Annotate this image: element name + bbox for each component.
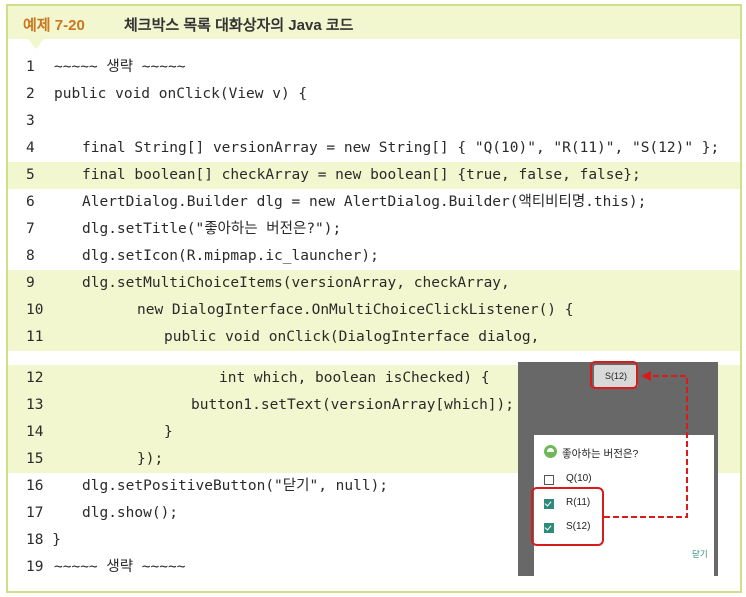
annotation-arrow: [604, 371, 688, 518]
arrow-line: [604, 375, 688, 518]
arrow-head: [641, 371, 651, 381]
